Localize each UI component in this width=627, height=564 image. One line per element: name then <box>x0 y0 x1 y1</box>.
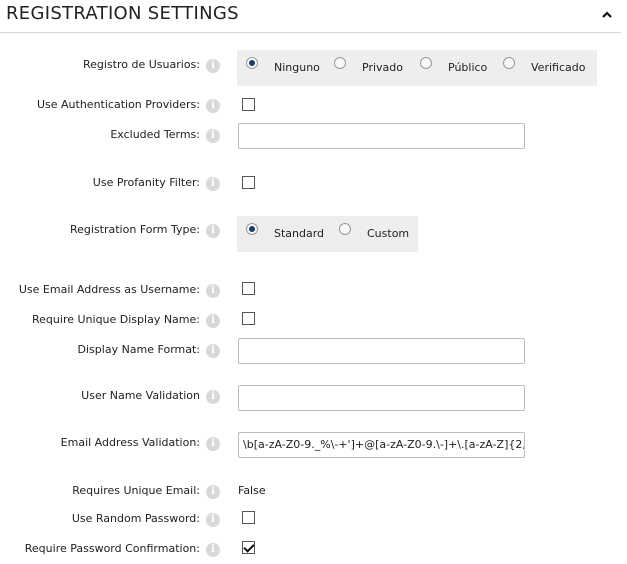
info-icon[interactable]: i <box>206 99 220 113</box>
registro-usuarios-radio-group: Ninguno Privado Público Verificado <box>237 50 597 86</box>
info-icon[interactable]: i <box>206 284 220 298</box>
excluded-terms-input[interactable] <box>238 123 525 149</box>
display-name-format-label: Display Name Format: <box>77 343 200 356</box>
password-confirmation-label: Require Password Confirmation: <box>24 542 200 555</box>
radio-label-privado: Privado <box>362 61 403 74</box>
section-title: REGISTRATION SETTINGS <box>6 3 239 24</box>
radio-publico[interactable] <box>420 57 432 69</box>
info-icon[interactable]: i <box>206 485 220 499</box>
registro-usuarios-label: Registro de Usuarios: <box>83 58 200 71</box>
radio-label-standard: Standard <box>274 227 325 240</box>
requires-unique-email-label: Requires Unique Email: <box>72 484 200 497</box>
requires-unique-email-value: False <box>238 484 266 497</box>
excluded-terms-label: Excluded Terms: <box>110 128 200 141</box>
email-validation-label: Email Address Validation: <box>60 436 200 449</box>
info-icon[interactable]: i <box>206 224 220 238</box>
auth-providers-checkbox[interactable] <box>242 98 255 111</box>
radio-custom[interactable] <box>339 223 351 235</box>
info-icon[interactable]: i <box>206 129 220 143</box>
email-as-username-label: Use Email Address as Username: <box>18 283 200 296</box>
info-icon[interactable]: i <box>206 543 220 557</box>
info-icon[interactable]: i <box>206 314 220 328</box>
password-confirmation-checkbox[interactable] <box>242 541 255 554</box>
radio-ninguno[interactable] <box>246 57 258 69</box>
registration-form-type-label: Registration Form Type: <box>69 223 200 236</box>
unique-display-name-label: Require Unique Display Name: <box>32 313 200 326</box>
email-validation-input[interactable]: \b[a-zA-Z0-9._%\-+']+@[a-zA-Z0-9.\-]+\.[… <box>238 432 525 458</box>
display-name-format-input[interactable] <box>238 338 525 364</box>
auth-providers-label: Use Authentication Providers: <box>36 98 200 111</box>
radio-privado[interactable] <box>334 57 346 69</box>
radio-verificado[interactable] <box>503 57 515 69</box>
info-icon[interactable]: i <box>206 437 220 451</box>
radio-standard[interactable] <box>246 223 258 235</box>
info-icon[interactable]: i <box>206 177 220 191</box>
section-header: REGISTRATION SETTINGS <box>0 0 621 33</box>
info-icon[interactable]: i <box>206 59 220 73</box>
random-password-label: Use Random Password: <box>71 512 200 525</box>
email-as-username-checkbox[interactable] <box>242 282 255 295</box>
user-name-validation-label: User Name Validation <box>81 389 200 402</box>
registration-form-type-radio-group: Standard Custom <box>237 216 418 252</box>
info-icon[interactable]: i <box>206 390 220 404</box>
info-icon[interactable]: i <box>206 513 220 527</box>
radio-label-verificado: Verificado <box>531 61 586 74</box>
radio-label-publico: Público <box>448 61 488 74</box>
radio-label-custom: Custom <box>367 227 410 240</box>
random-password-checkbox[interactable] <box>242 511 255 524</box>
unique-display-name-checkbox[interactable] <box>242 312 255 325</box>
user-name-validation-input[interactable] <box>238 385 525 411</box>
profanity-filter-label: Use Profanity Filter: <box>92 176 200 189</box>
info-icon[interactable]: i <box>206 344 220 358</box>
chevron-up-icon[interactable] <box>599 7 615 23</box>
radio-label-ninguno: Ninguno <box>274 61 320 74</box>
profanity-filter-checkbox[interactable] <box>242 176 255 189</box>
